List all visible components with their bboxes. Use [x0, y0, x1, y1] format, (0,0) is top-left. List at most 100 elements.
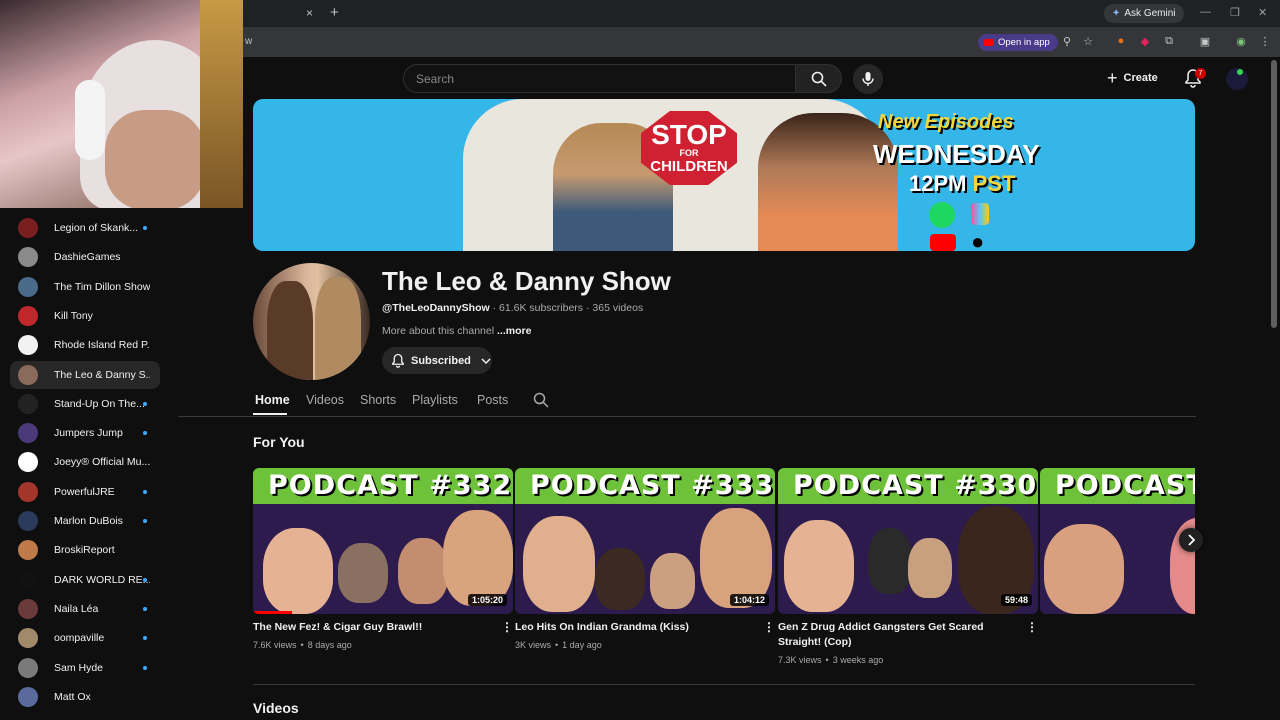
video-thumbnail[interactable]: PODCAST #330 59:48: [778, 468, 1038, 614]
tab-home[interactable]: Home: [255, 393, 290, 407]
sidebar-channel-item[interactable]: Naila Léa: [10, 595, 160, 623]
new-content-dot: [143, 226, 147, 230]
sidebar-channel-item[interactable]: Matt Ox: [10, 683, 160, 711]
tab-close-icon[interactable]: ×: [306, 6, 313, 20]
page-scrollbar[interactable]: [1271, 60, 1277, 328]
sidebar-channel-item[interactable]: The Tim Dillon Show: [10, 273, 160, 301]
sidebar-channel-item[interactable]: Stand-Up On The...: [10, 390, 160, 418]
video-card[interactable]: PODCAST #332 1:05:20 The New Fez! & Cigar …: [253, 468, 513, 650]
sidebar-channel-item[interactable]: Kill Tony: [10, 302, 160, 330]
new-content-dot: [143, 489, 147, 494]
restore-window-icon[interactable]: ❐: [1230, 6, 1240, 19]
account-avatar[interactable]: [1226, 68, 1248, 90]
tabs-divider: [178, 416, 1196, 417]
sidebar-channel-label: oompaville: [54, 632, 105, 645]
sidebar-channel-item[interactable]: DashieGames: [10, 243, 160, 271]
sidebar-channel-item[interactable]: PowerfulJRE: [10, 478, 160, 506]
new-tab-button[interactable]: +: [330, 4, 339, 21]
subscribed-button[interactable]: Subscribed: [382, 347, 492, 374]
search-input[interactable]: Search: [403, 64, 796, 93]
search-button[interactable]: [796, 64, 842, 93]
sidebar-channel-item[interactable]: Rhode Island Red P...: [10, 331, 160, 359]
thumbnail-face: [338, 543, 388, 603]
chevron-down-icon: [481, 357, 491, 364]
stop-sign-text: STOP: [651, 118, 727, 150]
video-more-options-icon[interactable]: ⋮: [1026, 620, 1038, 634]
sidebar-channel-item[interactable]: DARK WORLD RE...: [10, 566, 160, 594]
channel-search-icon[interactable]: [533, 392, 549, 408]
sidebar-channel-label: The Leo & Danny S...: [54, 368, 150, 381]
sidebar-channel-label: DashieGames: [54, 251, 121, 264]
sidebar-channel-item[interactable]: BroskiReport: [10, 536, 160, 564]
webcam-person-face: [105, 110, 205, 208]
extension-icon[interactable]: ◆: [1137, 33, 1153, 49]
sidebar-channel-label: Kill Tony: [54, 309, 93, 322]
extension-icon[interactable]: ●: [1113, 33, 1129, 49]
sidebar-channel-item[interactable]: Jumpers Jump: [10, 419, 160, 447]
browser-menu-icon[interactable]: ⋮: [1257, 33, 1273, 49]
close-window-icon[interactable]: ✕: [1258, 6, 1267, 19]
stop-sign-children: CHILDREN: [650, 157, 728, 175]
url-text[interactable]: w: [245, 36, 252, 47]
channel-meta: @TheLeoDannyShow · 61.6K subscribers · 3…: [382, 302, 643, 314]
video-thumbnail[interactable]: PODCAST #333 1:04:12: [515, 468, 775, 614]
tab-playlists[interactable]: Playlists: [412, 393, 458, 407]
video-age: 1 day ago: [562, 640, 602, 650]
video-title[interactable]: Gen Z Drug Addict Gangsters Get Scared S…: [778, 620, 1022, 650]
open-in-app-button[interactable]: Open in app: [978, 34, 1058, 51]
sidebar-channel-item[interactable]: Marlon DuBois: [10, 507, 160, 535]
sidebar-channel-item[interactable]: Legion of Skank...: [10, 214, 160, 242]
video-card[interactable]: PODCAST #333 1:04:12 Leo Hits On Indian Gr…: [515, 468, 775, 650]
thumbnail-face: [1044, 524, 1124, 614]
banner-weekday: WEDNESDAY: [873, 139, 1040, 169]
profile-avatar-icon[interactable]: ◉: [1233, 33, 1249, 49]
video-meta: 7.3K views • 3 weeks ago: [778, 655, 883, 665]
watch-progress-bar: [253, 611, 292, 614]
tab-videos[interactable]: Videos: [306, 393, 344, 407]
more-link[interactable]: ...more: [497, 325, 531, 337]
channel-avatar-icon: [18, 452, 38, 473]
sidebar-channel-item[interactable]: oompaville: [10, 624, 160, 652]
channel-avatar[interactable]: [253, 263, 370, 380]
sidebar-channel-label: Marlon DuBois: [54, 515, 123, 527]
video-title[interactable]: The New Fez! & Cigar Guy Brawl!!: [253, 620, 497, 635]
video-card[interactable]: PODCAST #330 59:48 Gen Z Drug Addict Gangs…: [778, 468, 1038, 665]
sidebar-channel-label: Matt Ox: [54, 690, 91, 703]
video-thumbnail[interactable]: PODCAST #332 1:05:20: [253, 468, 513, 614]
sidebar-channel-label: Stand-Up On The...: [54, 397, 145, 410]
video-more-options-icon[interactable]: ⋮: [501, 620, 513, 634]
tab-shorts[interactable]: Shorts: [360, 393, 396, 407]
channel-avatar-icon: [18, 569, 38, 590]
new-content-dot: [143, 519, 147, 523]
video-thumbnail[interactable]: PODCAST: [1040, 468, 1195, 614]
sidebar-channel-label: DARK WORLD RE...: [54, 573, 150, 586]
video-card[interactable]: PODCASTBrad From Disney's Love Overboar5…: [1040, 468, 1195, 614]
voice-search-button[interactable]: [853, 64, 883, 94]
extensions-puzzle-icon[interactable]: ⧉: [1161, 33, 1177, 49]
minimize-window-icon[interactable]: —: [1200, 6, 1211, 18]
sidebar-channel-item[interactable]: The Leo & Danny S...: [10, 360, 160, 389]
tab-posts[interactable]: Posts: [477, 393, 508, 407]
video-duration-badge: 1:04:12: [729, 594, 769, 606]
sidebar-channel-label: PowerfulJRE: [54, 485, 115, 498]
sidebar-channel-item[interactable]: Joeyy® Official Mu...: [10, 448, 160, 476]
sidebar-channel-label: Legion of Skank...: [54, 222, 139, 234]
sidebar-channel-item[interactable]: Sam Hyde: [10, 654, 160, 682]
ask-gemini-button[interactable]: ✦ Ask Gemini: [1104, 4, 1184, 23]
notification-count-badge: 7: [1195, 68, 1206, 79]
sidebar-channel-label: The Tim Dillon Show: [54, 280, 150, 293]
side-panel-icon[interactable]: ▣: [1197, 33, 1213, 49]
channel-about-link[interactable]: More about this channel ...more: [382, 325, 531, 337]
bookmark-star-icon[interactable]: ☆: [1080, 33, 1096, 49]
channel-avatar-icon: [18, 686, 38, 707]
thumbnail-face: [595, 548, 645, 610]
gemini-sparkle-icon: ✦: [1112, 8, 1121, 19]
channel-avatar-icon: [18, 423, 38, 444]
video-title[interactable]: Leo Hits On Indian Grandma (Kiss): [515, 620, 759, 635]
plus-icon: +: [1107, 67, 1118, 88]
video-more-options-icon[interactable]: ⋮: [763, 620, 775, 634]
shelf-next-button[interactable]: [1179, 528, 1203, 552]
create-button[interactable]: + Create: [1107, 66, 1158, 90]
zoom-icon[interactable]: ⚲: [1059, 33, 1075, 49]
new-content-dot: [143, 606, 147, 611]
